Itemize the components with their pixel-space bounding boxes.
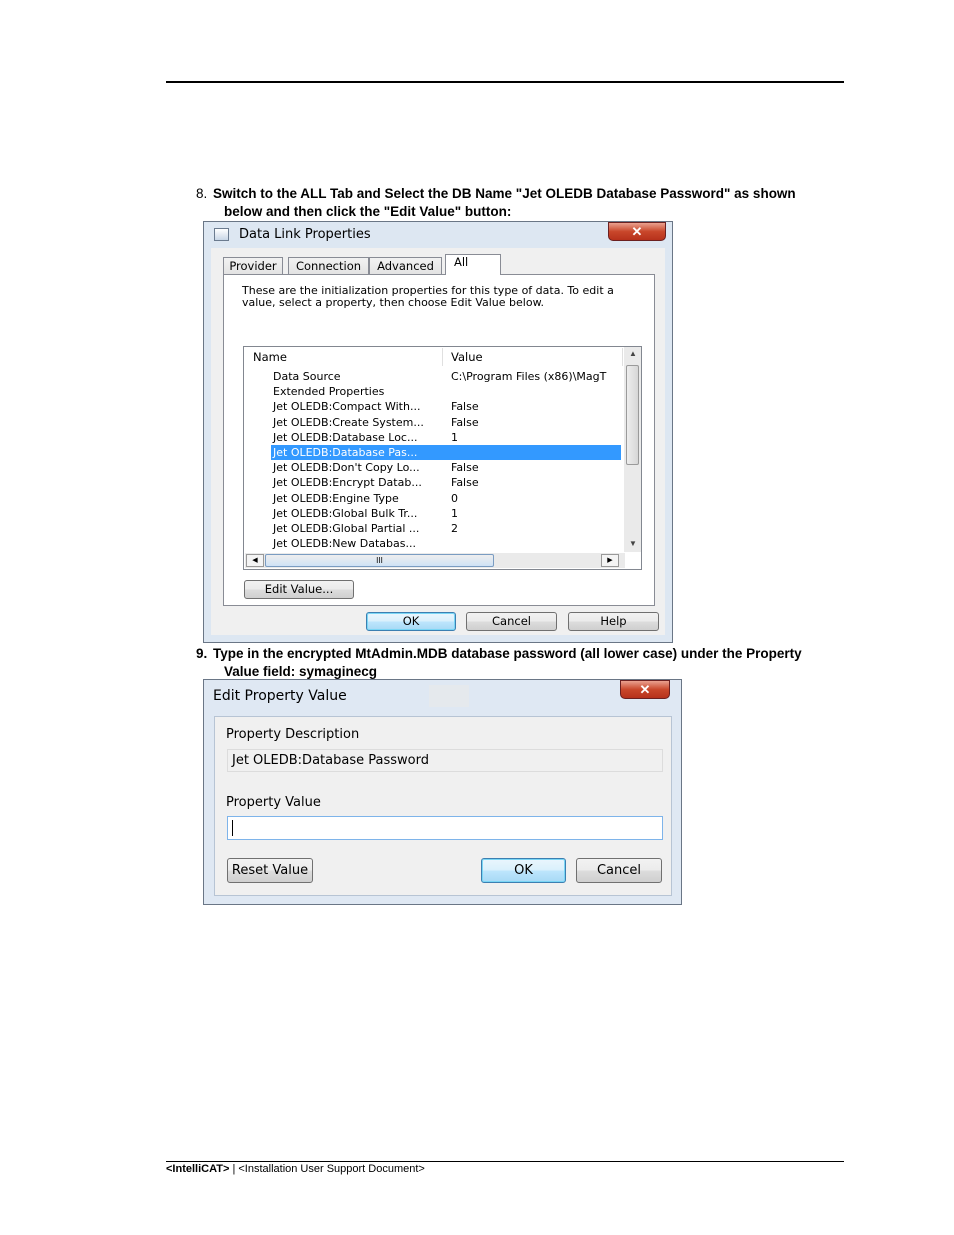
footer-separator: | <box>232 1163 236 1175</box>
row-name: Jet OLEDB:Encrypt Datab... <box>273 476 422 490</box>
row-value: 1 <box>451 506 458 520</box>
row-name: Jet OLEDB:Global Bulk Tr... <box>273 506 418 520</box>
row-name: Jet OLEDB:Global Partial ... <box>273 522 420 535</box>
row-name: Jet OLEDB:Don't Copy Lo... <box>273 461 420 475</box>
tab-connection[interactable]: Connection <box>288 257 369 274</box>
scroll-left-icon[interactable]: ◀ <box>246 554 264 567</box>
close-button[interactable]: ✕ <box>608 222 666 241</box>
tab-all[interactable]: All <box>445 254 501 275</box>
title-bar[interactable]: Data Link Properties ✕ <box>204 222 672 248</box>
reset-value-button[interactable]: Reset Value <box>227 858 313 883</box>
ok-button[interactable]: OK <box>481 858 566 883</box>
table-row[interactable]: Jet OLEDB:Database Loc... 1 <box>271 430 621 445</box>
background-artifact <box>429 685 469 707</box>
tab-panel-all: These are the initialization properties … <box>223 274 655 606</box>
footer-document: <Installation User Support Document> <box>238 1163 425 1175</box>
row-name: Jet OLEDB:Compact With... <box>273 400 421 414</box>
property-description-field: Jet OLEDB:Database Password <box>227 749 663 772</box>
row-value: False <box>451 400 479 414</box>
tab-advanced[interactable]: Advanced <box>369 257 442 274</box>
row-value: C:\Program Files (x86)\MagT <box>451 370 607 383</box>
edit-value-button[interactable]: Edit Value... <box>244 580 354 599</box>
row-name: Jet OLEDB:Create System... <box>273 415 424 429</box>
property-description-label: Property Description <box>226 727 360 742</box>
column-header-name[interactable]: Name <box>245 348 443 366</box>
scroll-down-icon[interactable]: ▼ <box>629 539 637 548</box>
property-value-input[interactable] <box>227 816 663 840</box>
panel-description: These are the initialization properties … <box>242 284 614 309</box>
row-value: False <box>451 476 479 490</box>
row-name: Jet OLEDB:Database Pas... <box>273 446 418 459</box>
table-row[interactable]: Jet OLEDB:Database Pas... <box>271 445 621 460</box>
row-name: Extended Properties <box>273 385 385 399</box>
table-row[interactable]: Data Source C:\Program Files (x86)\MagT <box>271 369 621 384</box>
footer-product: <IntelliCAT> <box>166 1163 230 1175</box>
table-row[interactable]: Jet OLEDB:Don't Copy Lo... False <box>271 460 621 475</box>
table-row[interactable]: Jet OLEDB:Encrypt Datab... False <box>271 475 621 490</box>
dialog-client: Provider Connection Advanced All These a… <box>211 248 665 635</box>
ok-button[interactable]: OK <box>366 612 456 631</box>
row-value: 2 <box>451 522 458 535</box>
close-icon: ✕ <box>631 224 643 239</box>
property-value-label: Property Value <box>226 795 321 810</box>
edit-property-value-dialog: Edit Property Value ✕ Property Descripti… <box>203 679 682 905</box>
text-caret <box>232 820 233 836</box>
step-number: 9. <box>196 646 208 661</box>
help-button[interactable]: Help <box>568 612 659 631</box>
table-row[interactable]: Jet OLEDB:Global Partial ... 2 <box>271 521 621 536</box>
table-row[interactable]: Jet OLEDB:Global Bulk Tr... 1 <box>271 506 621 521</box>
row-name: Jet OLEDB:New Databas... <box>273 537 416 551</box>
cancel-button[interactable]: Cancel <box>466 612 557 631</box>
row-value: False <box>451 415 479 429</box>
header-rule <box>166 81 844 83</box>
horizontal-scroll-thumb[interactable]: III <box>265 554 494 567</box>
horizontal-scrollbar[interactable]: ◀ III ▶ <box>245 553 625 568</box>
close-button[interactable]: ✕ <box>620 680 670 699</box>
scroll-up-icon[interactable]: ▲ <box>629 349 637 358</box>
scroll-right-icon[interactable]: ▶ <box>601 554 619 567</box>
footer-rule <box>166 1161 844 1162</box>
row-value: False <box>451 461 479 475</box>
step-text-line1: Switch to the ALL Tab and Select the DB … <box>213 186 796 201</box>
row-name: Jet OLEDB:Database Loc... <box>273 430 418 444</box>
footer: <IntelliCAT> | <Installation User Suppor… <box>166 1163 425 1175</box>
table-row[interactable]: Jet OLEDB:Compact With... False <box>271 399 621 414</box>
tab-provider[interactable]: Provider <box>223 257 283 274</box>
vertical-scrollbar[interactable]: ▲ ▼ <box>624 347 641 552</box>
close-icon: ✕ <box>639 682 651 697</box>
column-header-value[interactable]: Value <box>443 348 623 366</box>
data-link-properties-dialog: Data Link Properties ✕ Provider Connecti… <box>203 221 673 643</box>
step-text-line2: below and then click the "Edit Value" bu… <box>224 204 512 219</box>
dialog-title: Edit Property Value <box>213 688 347 704</box>
vertical-scroll-thumb[interactable] <box>626 365 639 465</box>
cancel-button[interactable]: Cancel <box>576 858 662 883</box>
step-text-line1: Type in the encrypted MtAdmin.MDB databa… <box>213 646 802 661</box>
step-number: 8. <box>196 186 208 201</box>
data-link-icon <box>214 228 229 241</box>
row-value: 1 <box>451 430 458 444</box>
properties-list[interactable]: Name Value Data Source C:\Program Files (… <box>243 346 642 570</box>
grip-icon: III <box>376 556 383 565</box>
row-value: 0 <box>451 491 458 505</box>
table-row[interactable]: Jet OLEDB:New Databas... <box>271 536 621 551</box>
table-row[interactable]: Jet OLEDB:Engine Type 0 <box>271 491 621 506</box>
table-row[interactable]: Extended Properties <box>271 384 621 399</box>
dialog-client: Property Description Jet OLEDB:Database … <box>214 716 672 896</box>
row-name: Jet OLEDB:Engine Type <box>273 491 399 505</box>
dialog-title: Data Link Properties <box>239 227 371 242</box>
row-name: Data Source <box>273 370 341 383</box>
table-row[interactable]: Jet OLEDB:Create System... False <box>271 415 621 430</box>
